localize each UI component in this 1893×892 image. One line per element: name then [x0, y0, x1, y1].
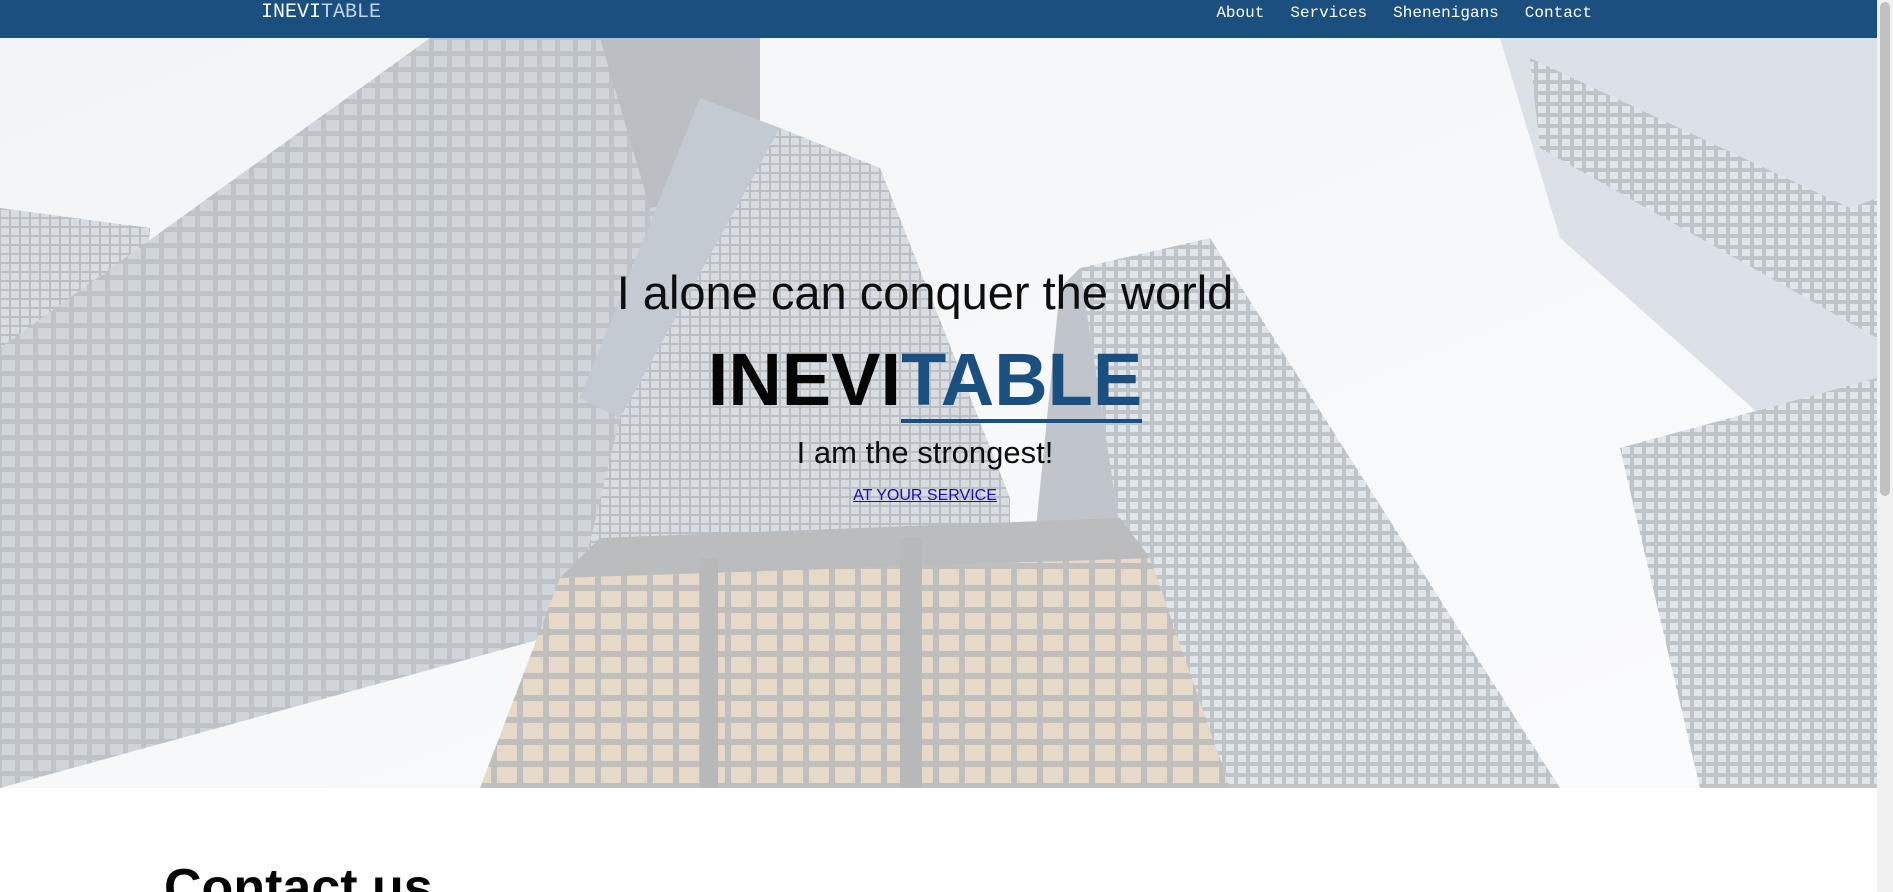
contact-heading: Contact us [164, 859, 433, 892]
hero-section: I alone can conquer the world INEVITABLE… [0, 38, 1877, 788]
at-your-service-link[interactable]: AT YOUR SERVICE [853, 487, 997, 504]
nav-link-services[interactable]: Services [1290, 0, 1367, 26]
hero-tagline: I alone can conquer the world [616, 266, 1234, 319]
page: INEVITABLE About Services Shenenigans Co… [0, 0, 1893, 892]
navbar: INEVITABLE About Services Shenenigans Co… [0, 0, 1877, 38]
brand-part-1: INEVI [261, 1, 322, 24]
vertical-scrollbar[interactable] [1877, 0, 1893, 892]
hero-subtitle: I am the strongest! [796, 435, 1054, 470]
scrollbar-thumb[interactable] [1880, 2, 1890, 496]
nav-links: About Services Shenenigans Contact [1216, 0, 1592, 26]
brand-part-2: TABLE [321, 1, 382, 24]
nav-link-shenenigans[interactable]: Shenenigans [1393, 0, 1499, 26]
nav-link-about[interactable]: About [1216, 0, 1264, 26]
hero-cta: AT YOUR SERVICE [0, 486, 1850, 506]
hero-title-part-1: INEVI [707, 338, 902, 421]
hero-title-part-2: TABLE [901, 338, 1143, 423]
hero-content: I alone can conquer the world INEVITABLE… [0, 38, 1850, 788]
nav-link-contact[interactable]: Contact [1525, 0, 1592, 26]
hero-title: INEVITABLE [0, 338, 1850, 423]
brand-logo[interactable]: INEVITABLE [261, 0, 381, 26]
